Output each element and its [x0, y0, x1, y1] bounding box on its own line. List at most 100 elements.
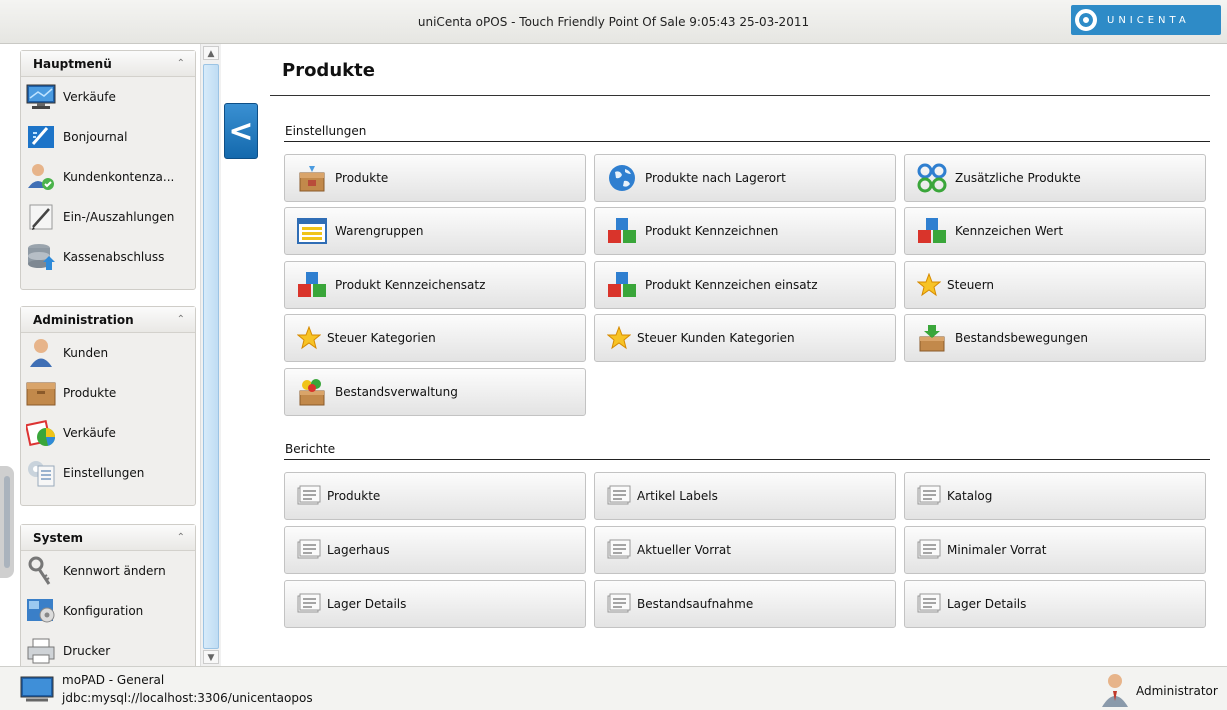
button-label: Bestandsaufnahme [637, 597, 754, 611]
product-box-icon [297, 163, 327, 193]
tax-customer-categories-button[interactable]: Steuer Kunden Kategorien [594, 314, 896, 362]
button-label: Produkt Kennzeichen einsatz [645, 278, 818, 292]
database-icon [25, 242, 57, 272]
button-label: Steuer Kategorien [327, 331, 436, 345]
logo-text: UNICENTA [1107, 14, 1190, 26]
attribute-values-button[interactable]: Kennzeichen Wert [904, 207, 1206, 255]
sidebar-item-label: Produkte [63, 386, 117, 400]
stock-movements-button[interactable]: Bestandsbewegungen [904, 314, 1206, 362]
sidebar-item-label: Verkäufe [63, 426, 116, 440]
sidebar-item-label: Kassenabschluss [63, 250, 165, 264]
button-label: Aktueller Vorrat [637, 543, 731, 557]
button-label: Bestandsverwaltung [335, 385, 458, 399]
report-inventory-button[interactable]: Bestandsaufnahme [594, 580, 896, 628]
system-panel: System ⌃ Kennwort ändern Konfiguration D… [20, 524, 196, 666]
stock-management-button[interactable]: Bestandsverwaltung [284, 368, 586, 416]
sidebar-item-label: Kennwort ändern [63, 564, 166, 578]
button-label: Steuern [947, 278, 995, 292]
sidebar-item-customer-accounts[interactable]: Kundenkontenza... [21, 157, 195, 197]
button-label: Zusätzliche Produkte [955, 171, 1081, 185]
settings-doc-icon [25, 458, 57, 488]
button-label: Katalog [947, 489, 993, 503]
user-name: Administrator [1136, 683, 1218, 698]
sidebar-item-payments[interactable]: Ein-/Auszahlungen [21, 197, 195, 237]
category-list-icon [297, 216, 327, 246]
sidebar-item-sales[interactable]: Verkäufe [21, 77, 195, 117]
administration-header[interactable]: Administration ⌃ [21, 307, 195, 333]
attribute-use-button[interactable]: Produkt Kennzeichen einsatz [594, 261, 896, 309]
report-icon [917, 538, 941, 562]
report-products-button[interactable]: Produkte [284, 472, 586, 520]
sidebar-item-settings[interactable]: Einstellungen [21, 453, 195, 493]
logo-circle-icon [1075, 9, 1097, 31]
collapse-chevron-icon[interactable]: ⌃ [177, 532, 185, 543]
report-icon [917, 592, 941, 616]
report-product-labels-button[interactable]: Artikel Labels [594, 472, 896, 520]
product-attributes-button[interactable]: Produkt Kennzeichnen [594, 207, 896, 255]
attributes-cubes-icon [297, 270, 327, 300]
report-icon [297, 538, 321, 562]
report-catalog-button[interactable]: Katalog [904, 472, 1206, 520]
report-stock-details-2-button[interactable]: Lager Details [904, 580, 1206, 628]
scroll-up-arrow-icon[interactable]: ▲ [203, 46, 219, 60]
report-warehouse-button[interactable]: Lagerhaus [284, 526, 586, 574]
sidebar-scrollbar[interactable]: ▲ ▼ [200, 44, 221, 666]
sidebar-item-customers[interactable]: Kunden [21, 333, 195, 373]
administration-panel: Administration ⌃ Kunden Produkte Verkäuf… [20, 306, 196, 506]
report-icon [297, 592, 321, 616]
button-label: Produkte [327, 489, 381, 503]
customer-icon [25, 338, 57, 368]
scrollbar-thumb[interactable] [203, 64, 219, 649]
taxes-button[interactable]: Steuern [904, 261, 1206, 309]
sidebar-item-ticket-journal[interactable]: Bonjournal [21, 117, 195, 157]
collapse-chevron-icon[interactable]: ⌃ [177, 58, 185, 69]
system-header[interactable]: System ⌃ [21, 525, 195, 551]
main-menu-header[interactable]: Hauptmenü ⌃ [21, 51, 195, 77]
host-name: moPAD - General [62, 673, 165, 687]
button-label: Lager Details [947, 597, 1027, 611]
sidebar-item-label: Drucker [63, 644, 111, 658]
sidebar-item-label: Verkäufe [63, 90, 116, 104]
window-title: uniCenta oPOS - Touch Friendly Point Of … [417, 15, 810, 29]
sidebar-item-products[interactable]: Produkte [21, 373, 195, 413]
current-user[interactable]: Administrator [1100, 671, 1218, 710]
button-label: Minimaler Vorrat [947, 543, 1047, 557]
sidebar-item-label: Einstellungen [63, 466, 145, 480]
button-label: Lagerhaus [327, 543, 390, 557]
categories-button[interactable]: Warengruppen [284, 207, 586, 255]
attribute-sets-button[interactable]: Produkt Kennzeichensatz [284, 261, 586, 309]
attributes-cubes-icon [607, 270, 637, 300]
settings-section-divider [284, 141, 1210, 142]
report-icon [607, 538, 631, 562]
box-icon [25, 378, 57, 408]
sidebar: Hauptmenü ⌃ Verkäufe Bonjournal Kundenko… [14, 48, 200, 666]
sidebar-item-close-cash[interactable]: Kassenabschluss [21, 237, 195, 277]
auxiliary-products-button[interactable]: Zusätzliche Produkte [904, 154, 1206, 202]
sidebar-item-configuration[interactable]: Konfiguration [21, 591, 195, 631]
collapse-chevron-icon[interactable]: ⌃ [177, 314, 185, 325]
sidebar-item-label: Kundenkontenza... [63, 170, 175, 184]
sidebar-item-change-password[interactable]: Kennwort ändern [21, 551, 195, 591]
sidebar-item-printer[interactable]: Drucker [21, 631, 195, 666]
button-label: Produkte nach Lagerort [645, 171, 786, 185]
keys-icon [25, 556, 57, 586]
left-edge-handle[interactable] [0, 466, 14, 578]
report-minimum-stock-button[interactable]: Minimaler Vorrat [904, 526, 1206, 574]
products-by-location-button[interactable]: Produkte nach Lagerort [594, 154, 896, 202]
monitor-icon [25, 82, 57, 112]
title-divider [270, 95, 1210, 96]
tax-categories-button[interactable]: Steuer Kategorien [284, 314, 586, 362]
report-stock-details-button[interactable]: Lager Details [284, 580, 586, 628]
report-current-stock-button[interactable]: Aktueller Vorrat [594, 526, 896, 574]
administration-title: Administration [33, 312, 134, 327]
config-icon [25, 596, 57, 626]
auxiliary-icon [917, 163, 947, 193]
sales-chart-icon [25, 418, 57, 448]
star-icon [917, 273, 941, 297]
report-icon [607, 484, 631, 508]
sidebar-item-sales-admin[interactable]: Verkäufe [21, 413, 195, 453]
collapse-sidebar-button[interactable]: < [224, 103, 258, 159]
products-button[interactable]: Produkte [284, 154, 586, 202]
scroll-down-arrow-icon[interactable]: ▼ [203, 650, 219, 664]
user-avatar-icon [1100, 671, 1130, 710]
